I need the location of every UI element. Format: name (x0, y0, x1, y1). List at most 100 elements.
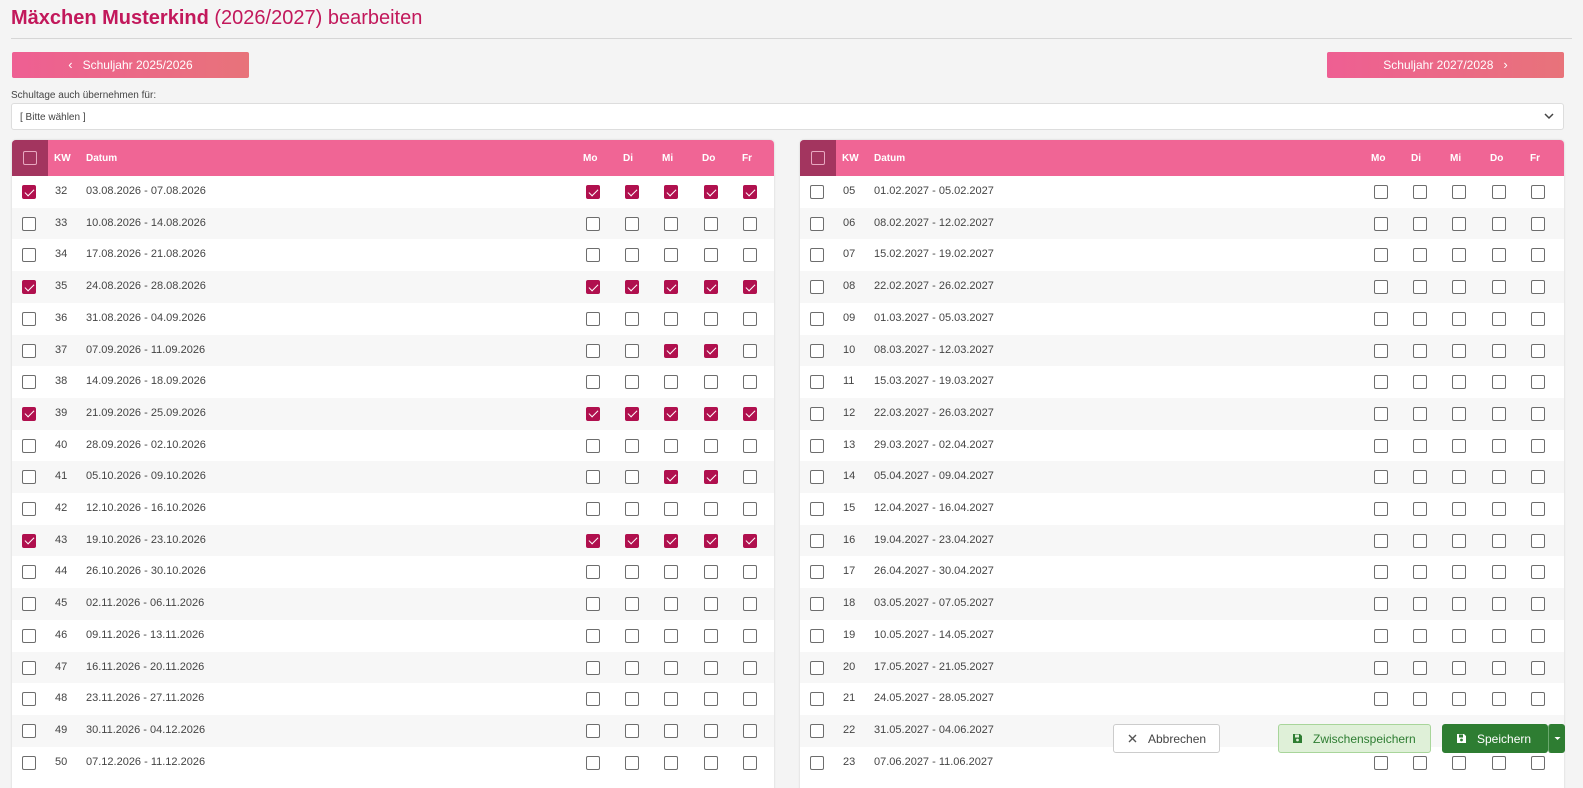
day-checkbox-mi[interactable] (664, 248, 678, 263)
day-checkbox-di[interactable] (1413, 216, 1427, 231)
day-checkbox-fr[interactable] (743, 660, 757, 675)
row-select-checkbox[interactable] (810, 628, 824, 643)
day-checkbox-di[interactable] (625, 628, 639, 643)
day-checkbox-mi[interactable] (664, 311, 678, 326)
day-checkbox-mo[interactable] (586, 406, 600, 421)
day-checkbox-di[interactable] (625, 406, 639, 421)
day-checkbox-do[interactable] (704, 406, 718, 421)
day-checkbox-mi[interactable] (1452, 375, 1466, 390)
day-checkbox-mo[interactable] (586, 248, 600, 263)
day-checkbox-fr[interactable] (743, 597, 757, 612)
day-checkbox-mi[interactable] (664, 597, 678, 612)
day-checkbox-do[interactable] (704, 692, 718, 707)
day-checkbox-mi[interactable] (1452, 470, 1466, 485)
day-checkbox-mi[interactable] (1452, 755, 1466, 770)
day-checkbox-do[interactable] (704, 470, 718, 485)
day-checkbox-fr[interactable] (1531, 755, 1545, 770)
day-checkbox-mi[interactable] (664, 470, 678, 485)
day-checkbox-di[interactable] (1413, 280, 1427, 295)
day-checkbox-di[interactable] (1413, 311, 1427, 326)
day-checkbox-mo[interactable] (1374, 533, 1388, 548)
row-select-checkbox[interactable] (810, 692, 824, 707)
day-checkbox-mi[interactable] (1452, 628, 1466, 643)
row-select-checkbox[interactable] (810, 280, 824, 295)
day-checkbox-mo[interactable] (1374, 597, 1388, 612)
day-checkbox-mi[interactable] (664, 755, 678, 770)
day-checkbox-mo[interactable] (586, 628, 600, 643)
day-checkbox-fr[interactable] (743, 343, 757, 358)
day-checkbox-mo[interactable] (586, 723, 600, 738)
day-checkbox-fr[interactable] (743, 533, 757, 548)
day-checkbox-mi[interactable] (664, 628, 678, 643)
day-checkbox-fr[interactable] (1531, 216, 1545, 231)
day-checkbox-do[interactable] (1492, 470, 1506, 485)
day-checkbox-di[interactable] (625, 533, 639, 548)
save-button[interactable]: Speichern (1442, 724, 1548, 753)
day-checkbox-mo[interactable] (586, 343, 600, 358)
day-checkbox-fr[interactable] (1531, 375, 1545, 390)
day-checkbox-fr[interactable] (743, 628, 757, 643)
row-select-checkbox[interactable] (22, 406, 36, 421)
day-checkbox-do[interactable] (704, 723, 718, 738)
row-select-checkbox[interactable] (810, 343, 824, 358)
row-select-checkbox[interactable] (810, 216, 824, 231)
day-checkbox-do[interactable] (1492, 280, 1506, 295)
day-checkbox-fr[interactable] (743, 438, 757, 453)
day-checkbox-mi[interactable] (1452, 597, 1466, 612)
day-checkbox-mi[interactable] (664, 343, 678, 358)
day-checkbox-fr[interactable] (1531, 470, 1545, 485)
day-checkbox-fr[interactable] (743, 723, 757, 738)
day-checkbox-di[interactable] (1413, 755, 1427, 770)
day-checkbox-fr[interactable] (1531, 343, 1545, 358)
day-checkbox-do[interactable] (1492, 565, 1506, 580)
row-select-checkbox[interactable] (810, 375, 824, 390)
day-checkbox-fr[interactable] (1531, 628, 1545, 643)
day-checkbox-mo[interactable] (586, 438, 600, 453)
day-checkbox-do[interactable] (1492, 311, 1506, 326)
day-checkbox-do[interactable] (704, 755, 718, 770)
day-checkbox-di[interactable] (1413, 660, 1427, 675)
row-select-checkbox[interactable] (22, 216, 36, 231)
day-checkbox-di[interactable] (625, 597, 639, 612)
day-checkbox-do[interactable] (1492, 216, 1506, 231)
day-checkbox-do[interactable] (704, 438, 718, 453)
day-checkbox-mo[interactable] (1374, 692, 1388, 707)
row-select-checkbox[interactable] (22, 248, 36, 263)
day-checkbox-do[interactable] (1492, 755, 1506, 770)
row-select-checkbox[interactable] (22, 375, 36, 390)
row-select-checkbox[interactable] (22, 565, 36, 580)
day-checkbox-mo[interactable] (1374, 660, 1388, 675)
day-checkbox-mi[interactable] (1452, 343, 1466, 358)
day-checkbox-di[interactable] (625, 692, 639, 707)
row-select-checkbox[interactable] (22, 692, 36, 707)
day-checkbox-mo[interactable] (586, 533, 600, 548)
day-checkbox-do[interactable] (704, 565, 718, 580)
day-checkbox-mi[interactable] (1452, 565, 1466, 580)
day-checkbox-di[interactable] (625, 280, 639, 295)
day-checkbox-mo[interactable] (1374, 343, 1388, 358)
row-select-checkbox[interactable] (22, 343, 36, 358)
row-select-checkbox[interactable] (810, 533, 824, 548)
cancel-button[interactable]: Abbrechen (1113, 724, 1220, 753)
day-checkbox-di[interactable] (625, 565, 639, 580)
day-checkbox-mi[interactable] (1452, 216, 1466, 231)
day-checkbox-fr[interactable] (1531, 311, 1545, 326)
row-select-checkbox[interactable] (810, 470, 824, 485)
day-checkbox-mo[interactable] (1374, 438, 1388, 453)
day-checkbox-mo[interactable] (586, 502, 600, 516)
select-all-checkbox[interactable] (23, 151, 37, 165)
day-checkbox-di[interactable] (625, 185, 639, 199)
day-checkbox-mo[interactable] (1374, 280, 1388, 295)
day-checkbox-fr[interactable] (743, 375, 757, 390)
day-checkbox-mi[interactable] (1452, 248, 1466, 263)
row-select-checkbox[interactable] (22, 755, 36, 770)
day-checkbox-fr[interactable] (743, 755, 757, 770)
day-checkbox-di[interactable] (1413, 343, 1427, 358)
day-checkbox-mi[interactable] (664, 406, 678, 421)
day-checkbox-mo[interactable] (1374, 311, 1388, 326)
day-checkbox-mo[interactable] (586, 216, 600, 231)
row-select-checkbox[interactable] (810, 438, 824, 453)
day-checkbox-mo[interactable] (1374, 502, 1388, 516)
day-checkbox-di[interactable] (1413, 533, 1427, 548)
apply-for-select[interactable]: [ Bitte wählen ] (11, 103, 1564, 130)
